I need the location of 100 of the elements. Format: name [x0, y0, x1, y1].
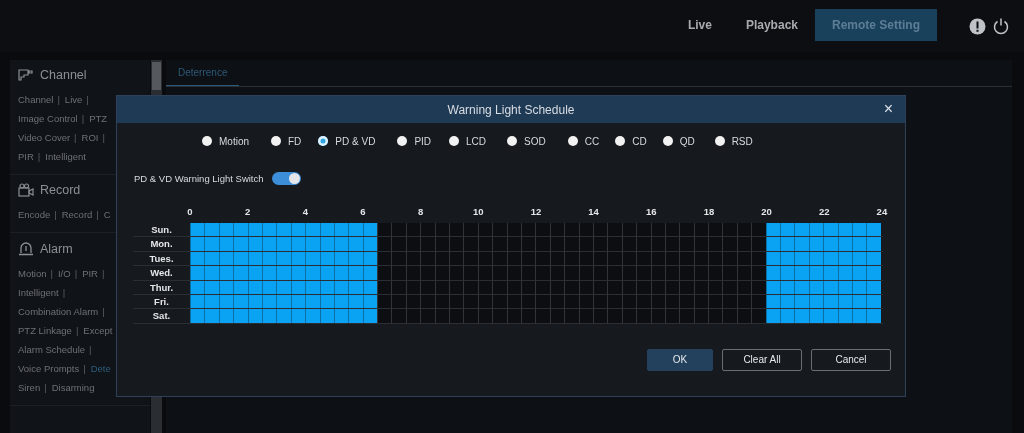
menu-link[interactable]: Combination Alarm [18, 306, 99, 317]
schedule-cell[interactable] [866, 223, 881, 237]
schedule-cell[interactable] [492, 266, 507, 280]
schedule-cell[interactable] [564, 266, 579, 280]
schedule-cell[interactable] [190, 223, 205, 237]
schedule-cell[interactable] [535, 266, 550, 280]
schedule-cell[interactable] [204, 309, 219, 323]
menu-link[interactable]: Record [61, 209, 93, 220]
radio-option[interactable]: PD & VD [318, 135, 376, 147]
schedule-cell[interactable] [492, 223, 507, 237]
schedule-cell[interactable] [679, 237, 694, 251]
schedule-cell[interactable] [535, 309, 550, 323]
schedule-cell[interactable] [866, 237, 881, 251]
schedule-cell[interactable] [305, 223, 320, 237]
schedule-cell[interactable] [276, 223, 291, 237]
schedule-cell[interactable] [492, 237, 507, 251]
radio-dot[interactable] [662, 136, 673, 146]
radio-dot[interactable] [318, 136, 329, 146]
radio-option[interactable]: QD [662, 135, 695, 147]
schedule-cell[interactable] [607, 309, 622, 323]
radio-dot[interactable] [507, 136, 518, 146]
menu-link[interactable]: Disarming [51, 382, 95, 393]
schedule-cell[interactable] [794, 237, 809, 251]
radio-dot[interactable] [397, 136, 408, 146]
menu-link[interactable]: Video Cover [18, 132, 71, 143]
schedule-cell[interactable] [708, 266, 723, 280]
menu-link[interactable]: Encode [18, 209, 51, 220]
dialog-button[interactable]: Cancel [811, 348, 891, 371]
schedule-cell[interactable] [233, 266, 248, 280]
schedule-cell[interactable] [463, 266, 478, 280]
menu-link[interactable]: Alarm Schedule [18, 344, 86, 355]
radio-option[interactable]: LCD [449, 135, 487, 147]
menu-link[interactable]: PTZ Linkage [18, 325, 72, 336]
schedule-cell[interactable] [535, 223, 550, 237]
menu-link[interactable]: ROI [81, 132, 99, 143]
schedule-cell[interactable] [420, 223, 435, 237]
schedule-cell[interactable] [708, 237, 723, 251]
schedule-cell[interactable] [679, 223, 694, 237]
schedule-cell[interactable] [679, 266, 694, 280]
dialog-button[interactable]: Clear All [722, 348, 802, 371]
schedule-cell[interactable] [794, 223, 809, 237]
schedule-cell[interactable] [377, 266, 392, 280]
schedule-cell[interactable] [348, 223, 363, 237]
schedule-cell[interactable] [420, 309, 435, 323]
radio-option[interactable]: Motion [202, 135, 249, 147]
schedule-cell[interactable] [391, 309, 406, 323]
schedule-cell[interactable] [535, 237, 550, 251]
schedule-cell[interactable] [377, 309, 392, 323]
schedule-cell[interactable] [449, 223, 464, 237]
schedule-cell[interactable] [463, 237, 478, 251]
nav-tab[interactable]: Remote Setting [815, 9, 937, 41]
schedule-cell[interactable] [305, 309, 320, 323]
schedule-cell[interactable] [679, 309, 694, 323]
radio-dot[interactable] [202, 136, 212, 146]
schedule-cell[interactable] [751, 223, 766, 237]
schedule-cell[interactable] [794, 266, 809, 280]
schedule-cell[interactable] [607, 237, 622, 251]
schedule-cell[interactable] [722, 223, 737, 237]
schedule-cell[interactable] [636, 266, 651, 280]
schedule-cell[interactable] [751, 237, 766, 251]
schedule-cell[interactable] [780, 223, 795, 237]
power-icon[interactable] [992, 17, 1010, 35]
menu-link[interactable]: Intelligent [18, 287, 59, 298]
schedule-cell[interactable] [377, 223, 392, 237]
schedule-cell[interactable] [463, 223, 478, 237]
schedule-cell[interactable] [794, 309, 809, 323]
schedule-cell[interactable] [722, 266, 737, 280]
menu-link[interactable]: PTZ [89, 113, 108, 124]
radio-dot[interactable] [567, 136, 578, 146]
schedule-cell[interactable] [636, 309, 651, 323]
radio-option[interactable]: FD [271, 135, 302, 147]
radio-option[interactable]: RSD [714, 135, 753, 147]
schedule-cell[interactable] [391, 237, 406, 251]
schedule-cell[interactable] [751, 309, 766, 323]
menu-link[interactable]: C [103, 209, 111, 220]
schedule-cell[interactable] [823, 266, 838, 280]
schedule-cell[interactable] [708, 223, 723, 237]
schedule-cell[interactable] [233, 309, 248, 323]
dialog-button[interactable]: OK [647, 348, 713, 371]
schedule-cell[interactable] [823, 309, 838, 323]
schedule-cell[interactable] [276, 309, 291, 323]
schedule-cell[interactable] [866, 309, 881, 323]
schedule-cell[interactable] [449, 266, 464, 280]
schedule-cell[interactable] [305, 237, 320, 251]
schedule-cell[interactable] [305, 266, 320, 280]
content-tab[interactable]: Deterrence [166, 60, 240, 86]
nav-tab[interactable]: Live [670, 9, 729, 41]
schedule-cell[interactable] [722, 309, 737, 323]
schedule-cell[interactable] [233, 237, 248, 251]
schedule-cell[interactable] [823, 237, 838, 251]
radio-option[interactable]: SOD [507, 135, 546, 147]
schedule-cell[interactable] [391, 266, 406, 280]
schedule-cell[interactable] [780, 309, 795, 323]
schedule-cell[interactable] [348, 309, 363, 323]
radio-option[interactable]: CD [615, 135, 647, 147]
schedule-cell[interactable] [607, 223, 622, 237]
schedule-cell[interactable] [276, 237, 291, 251]
schedule-cell[interactable] [780, 266, 795, 280]
schedule-cell[interactable] [348, 237, 363, 251]
menu-link[interactable]: PIR [82, 268, 98, 279]
